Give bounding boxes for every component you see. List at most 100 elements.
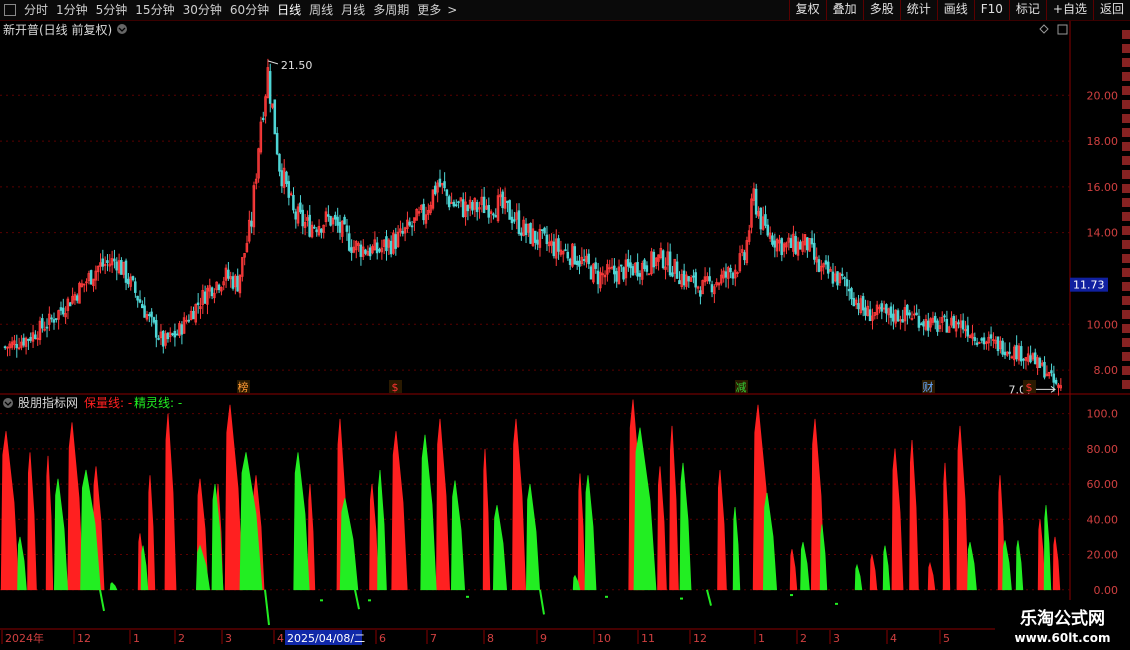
candle-body (492, 213, 495, 216)
candle-body (545, 234, 549, 245)
date-tick-label: 1 (133, 632, 140, 645)
watermark-title: 乐淘公式网 (1020, 609, 1105, 629)
candle-body (780, 238, 783, 256)
candle-body (333, 214, 337, 220)
candle-body (447, 196, 451, 208)
candle-body (285, 171, 288, 184)
candle-body (203, 291, 207, 304)
side-panel-glyph (1122, 352, 1130, 361)
candle-body (566, 251, 570, 259)
candle-body (273, 99, 277, 135)
candle-body (22, 337, 25, 346)
candle-body (731, 272, 735, 279)
date-tick-label: 5 (943, 632, 950, 645)
candle-body (422, 203, 425, 221)
candle-body (138, 299, 142, 303)
candle-body (699, 290, 702, 297)
candle-body (89, 270, 93, 285)
candle-body (1022, 358, 1025, 361)
side-panel-glyph (1122, 254, 1130, 263)
candle-body (343, 216, 346, 225)
side-panel-glyph (1122, 282, 1130, 291)
candle-body (896, 310, 900, 322)
candle-body (378, 249, 381, 252)
candle-body (529, 223, 532, 244)
price-tick-label: 14.00 (1087, 227, 1119, 240)
candle-body (626, 258, 630, 267)
candle-body (996, 336, 1000, 352)
candle-body (694, 272, 697, 288)
candle-body (350, 247, 353, 253)
candle-body (868, 309, 872, 322)
candle-body (806, 237, 809, 251)
candle-body (106, 260, 109, 264)
candle-body (789, 238, 793, 248)
candle-body (136, 295, 139, 301)
candle-body (445, 189, 449, 196)
candle-body (494, 215, 497, 218)
candle-body (520, 232, 523, 236)
candle-body (75, 295, 79, 301)
side-panel-glyph (1122, 58, 1130, 67)
candle-body (957, 322, 960, 325)
price-tick-label: 20.00 (1087, 89, 1119, 102)
candle-body (143, 305, 146, 318)
indicator-dropdown-icon[interactable] (3, 398, 13, 408)
candle-body (41, 318, 44, 329)
candle-body (982, 337, 986, 345)
candle-body (892, 313, 895, 322)
candle-body (852, 298, 856, 307)
side-panel-glyph (1122, 366, 1130, 375)
price-tick-label: 10.00 (1087, 318, 1119, 331)
candle-body (524, 223, 528, 236)
side-panel-glyph (1122, 380, 1130, 389)
candle-body (794, 236, 797, 254)
candle-body (552, 241, 556, 257)
price-tick-label: 16.00 (1087, 181, 1119, 194)
candle-body (1001, 340, 1004, 355)
candle-body (885, 304, 888, 314)
date-tick-label: 4 (890, 632, 897, 645)
candle-body (840, 273, 844, 276)
candle-body (1054, 379, 1058, 384)
candle-body (989, 334, 993, 339)
title-dropdown-icon[interactable] (117, 24, 127, 34)
candle-body (575, 260, 579, 265)
date-tick-label: 9 (540, 632, 547, 645)
candle-body (687, 276, 690, 282)
indicator-tick-label: 60.00 (1087, 478, 1119, 491)
candle-body (161, 330, 165, 347)
candle-body (175, 333, 179, 336)
indicator-tick-label: 100.0 (1087, 408, 1119, 421)
candle-body (68, 302, 72, 307)
candle-body (533, 230, 537, 243)
candle-body (675, 261, 679, 279)
candle-body (131, 276, 135, 281)
candle-body (678, 280, 681, 285)
date-tick-label: 10 (597, 632, 611, 645)
candle-body (461, 199, 465, 218)
candle-body (466, 205, 470, 212)
date-tick-label: 7 (430, 632, 437, 645)
candle-body (1015, 345, 1018, 360)
candle-body (543, 227, 546, 234)
candle-body (643, 259, 646, 270)
date-tick-label: 12 (77, 632, 91, 645)
candle-body (922, 321, 925, 327)
candle-body (329, 216, 332, 226)
candle-body (536, 239, 539, 245)
candle-body (861, 296, 865, 311)
candle-body (771, 235, 774, 245)
candle-body (587, 253, 590, 265)
candle-body (619, 264, 623, 267)
candle-body (59, 307, 63, 311)
date-tick-label: 2024年 (5, 631, 44, 645)
side-panel-glyph (1122, 44, 1130, 53)
chart-canvas[interactable]: 新开普(日线 前复权)20.0018.0016.0014.0010.008.00… (0, 0, 1130, 650)
candle-body (124, 260, 128, 283)
candle-body (1038, 357, 1042, 369)
indicator-tick-label: 20.00 (1087, 549, 1119, 562)
candle-body (375, 242, 379, 254)
candle-body (812, 242, 816, 260)
watermark-url: www.60lt.com (1014, 631, 1111, 645)
